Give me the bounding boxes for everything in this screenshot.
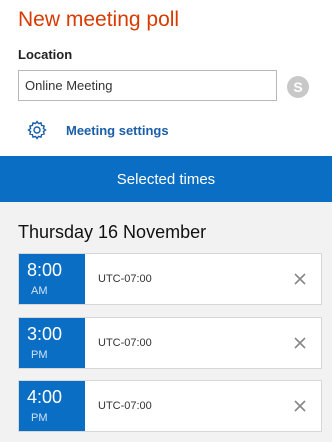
tab-selected-times[interactable]: Selected times <box>0 156 332 202</box>
close-icon[interactable] <box>293 272 307 286</box>
meeting-settings-link[interactable]: Meeting settings <box>66 123 169 138</box>
slot-timezone: UTC-07:00 <box>98 273 152 285</box>
slot-time: 4:00 <box>27 387 63 407</box>
page-title: New meeting poll <box>18 8 180 31</box>
slot-timezone: UTC-07:00 <box>98 337 152 349</box>
slot-ampm: AM <box>31 285 48 297</box>
svg-text:S: S <box>293 79 302 95</box>
slot-timezone: UTC-07:00 <box>98 400 152 412</box>
close-icon[interactable] <box>293 399 307 413</box>
location-input[interactable]: Online Meeting <box>18 70 277 101</box>
header-panel: New meeting poll Location Online Meeting… <box>0 0 332 156</box>
skype-icon[interactable]: S <box>286 75 310 99</box>
location-label: Location <box>18 47 73 62</box>
slot-ampm: PM <box>31 412 48 424</box>
slot-time: 3:00 <box>27 324 63 344</box>
time-block: 3:00 PM <box>19 318 85 368</box>
time-block: 8:00 AM <box>19 254 85 304</box>
tab-label: Selected times <box>116 170 216 188</box>
gear-icon[interactable] <box>27 120 47 140</box>
slot-ampm: PM <box>31 349 48 361</box>
close-icon[interactable] <box>293 336 307 350</box>
date-heading: Thursday 16 November <box>18 222 207 242</box>
time-block: 4:00 PM <box>19 381 85 431</box>
slot-time: 8:00 <box>27 260 63 280</box>
time-slot[interactable]: 8:00 AM UTC-07:00 <box>18 253 322 305</box>
time-slot[interactable]: 3:00 PM UTC-07:00 <box>18 317 322 369</box>
time-slot[interactable]: 4:00 PM UTC-07:00 <box>18 380 322 432</box>
